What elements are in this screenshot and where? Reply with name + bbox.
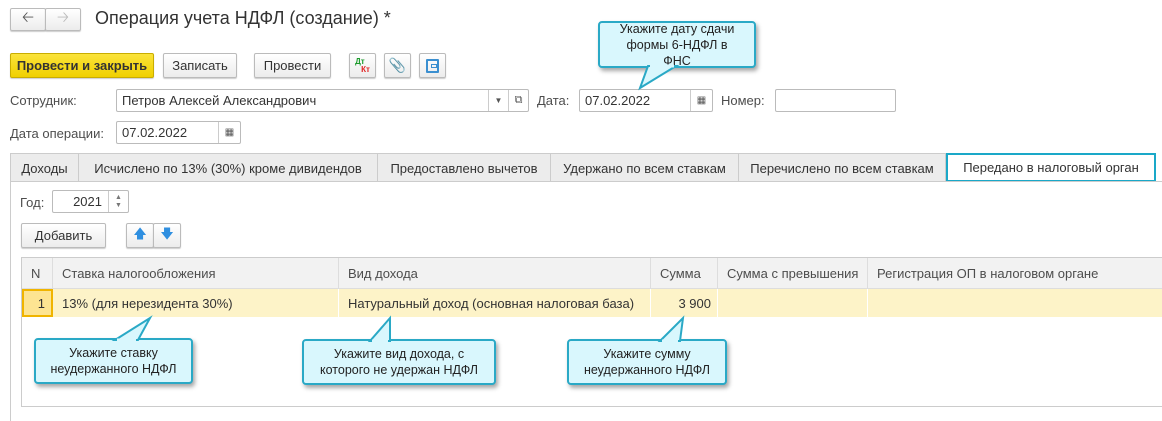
structure-button[interactable] [419, 53, 446, 78]
year-label: Год: [20, 195, 45, 210]
tab-income[interactable]: Доходы [10, 153, 79, 182]
tab-withheld[interactable]: Удержано по всем ставкам [550, 153, 739, 182]
move-down-button[interactable]: 🡇 [153, 223, 181, 248]
callout-sum-tail [657, 315, 685, 343]
date-value: 07.02.2022 [585, 93, 651, 108]
table-row[interactable]: 1 13% (для нерезидента 30%) Натуральный … [22, 289, 1162, 317]
operation-date-value: 07.02.2022 [122, 125, 188, 140]
employee-label: Сотрудник: [10, 93, 77, 108]
col-income-type[interactable]: Вид дохода [339, 258, 651, 288]
col-rate[interactable]: Ставка налогообложения [53, 258, 339, 288]
arrow-down-icon: 🡇 [160, 225, 174, 241]
open-button[interactable]: ⧉ [508, 90, 528, 111]
cell-sum-excess[interactable] [718, 289, 868, 317]
tab-submitted-to-tax[interactable]: Передано в налоговый орган [946, 153, 1156, 182]
structure-icon [426, 58, 439, 73]
tab-calculated[interactable]: Исчислено по 13% (30%) кроме дивидендов [78, 153, 378, 182]
callout-sum: Укажите сумму неудержанного НДФЛ [567, 339, 727, 385]
col-n[interactable]: N [22, 258, 53, 288]
callout-rate: Укажите ставку неудержанного НДФЛ [34, 338, 193, 384]
tab-deductions[interactable]: Предоставлено вычетов [377, 153, 551, 182]
back-button[interactable]: 🡠 [10, 8, 46, 31]
dropdown-button[interactable]: ▼ [488, 90, 508, 111]
number-label: Номер: [721, 93, 765, 108]
cell-rate[interactable]: 13% (для нерезидента 30%) [53, 289, 339, 317]
arrow-right-icon: 🡢 [56, 9, 70, 26]
operation-date-field[interactable]: 07.02.2022 ▦ [116, 121, 241, 144]
save-button[interactable]: Записать [163, 53, 237, 78]
post-button[interactable]: Провести [254, 53, 331, 78]
employee-value: Петров Алексей Александрович [122, 93, 317, 108]
col-sum-excess[interactable]: Сумма с превышения [718, 258, 868, 288]
cell-n[interactable]: 1 [22, 289, 53, 317]
year-value: 2021 [73, 194, 102, 209]
post-and-close-button[interactable]: Провести и закрыть [10, 53, 154, 78]
move-up-button[interactable]: 🡅 [126, 223, 154, 248]
date-field[interactable]: 07.02.2022 ▦ [579, 89, 713, 112]
callout-date: Укажите дату сдачи формы 6-НДФЛ в ФНС [598, 21, 756, 68]
dt-kt-icon: Дт Кт [355, 57, 370, 74]
forward-button[interactable]: 🡢 [45, 8, 81, 31]
tab-transferred[interactable]: Перечислено по всем ставкам [738, 153, 946, 182]
arrow-left-icon: 🡠 [21, 9, 35, 26]
dt-kt-button[interactable]: Дт Кт [349, 53, 376, 78]
number-field[interactable] [775, 89, 896, 112]
operation-date-label: Дата операции: [10, 126, 104, 141]
col-sum[interactable]: Сумма [651, 258, 718, 288]
add-button[interactable]: Добавить [21, 223, 106, 248]
arrow-up-icon: 🡅 [133, 225, 147, 241]
cell-registration[interactable] [868, 289, 1162, 317]
kt-text: Кт [361, 64, 370, 74]
paperclip-icon: 📎 [388, 57, 407, 73]
calendar-icon[interactable]: ▦ [218, 122, 240, 143]
cell-sum[interactable]: 3 900 [651, 289, 718, 317]
callout-income: Укажите вид дохода, с которого не удержа… [302, 339, 496, 385]
spin-buttons[interactable]: ▲ ▼ [108, 191, 128, 212]
attach-button[interactable]: 📎 [384, 53, 411, 78]
table-header: N Ставка налогообложения Вид дохода Сумм… [22, 258, 1162, 289]
calendar-icon[interactable]: ▦ [690, 90, 712, 111]
year-spinner[interactable]: 2021 ▲ ▼ [52, 190, 129, 213]
col-registration[interactable]: Регистрация ОП в налоговом органе [868, 258, 1162, 288]
cell-income-type[interactable]: Натуральный доход (основная налоговая ба… [339, 289, 651, 317]
page-title: Операция учета НДФЛ (создание) * [95, 8, 391, 28]
date-label: Дата: [537, 93, 570, 108]
employee-field[interactable]: Петров Алексей Александрович ▼ ⧉ [116, 89, 529, 112]
